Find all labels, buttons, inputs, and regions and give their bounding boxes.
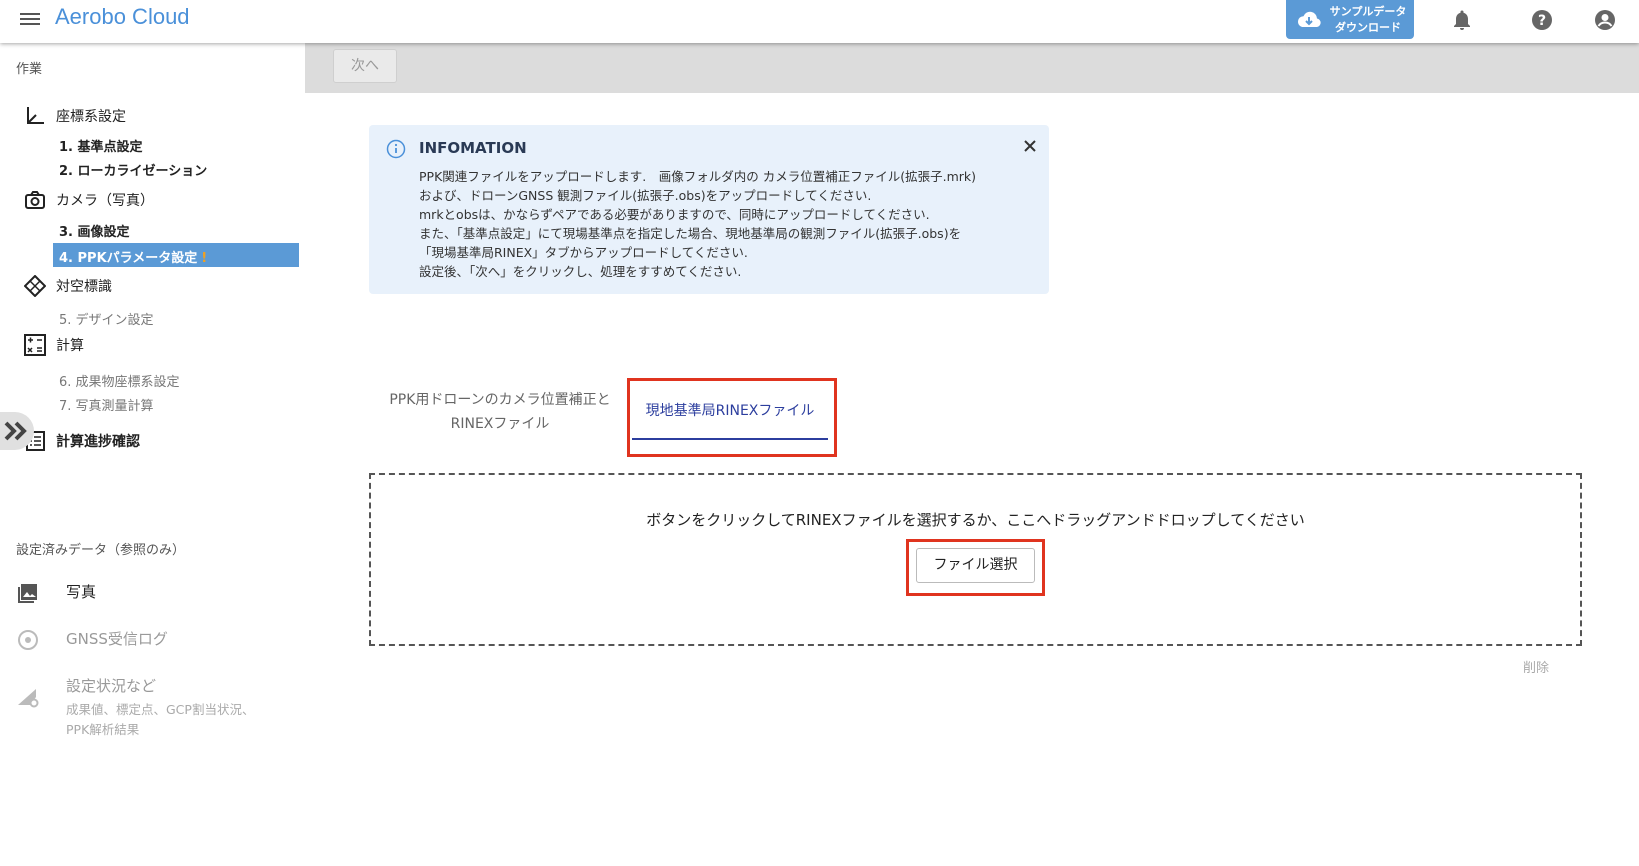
group-calculation[interactable]: 計算: [24, 334, 84, 356]
work-section-title: 作業: [16, 62, 43, 77]
next-button[interactable]: 次へ: [333, 49, 397, 83]
active-tab-indicator: [632, 438, 828, 440]
settings-status-detail: 成果値、標定点、GCP割当状況、 PPK解析結果: [66, 702, 255, 737]
calculator-icon: [24, 334, 46, 356]
settings-chart-icon: [18, 689, 39, 708]
sample-download-label: サンプルデータ ダウンロード: [1329, 4, 1407, 34]
sidebar: 作業 座標系設定 1. 基準点設定 2. ローカライゼーション カメラ（写真） …: [0, 43, 305, 866]
app-header: Aerobo Cloud サンプルデータ ダウンロード ?: [0, 0, 1639, 43]
photo-icon: [18, 584, 37, 603]
tab-base-station-rinex[interactable]: 現地基準局RINEXファイル: [632, 400, 828, 420]
group-ground-targets[interactable]: 対空標識: [24, 275, 112, 297]
axis-icon: [27, 107, 44, 124]
close-icon[interactable]: [1021, 137, 1039, 155]
group-progress-check[interactable]: 計算進捗確認: [24, 430, 140, 452]
info-panel: INFOMATION PPK関連ファイルをアップロードします. 画像フォルダ内の…: [369, 125, 1049, 294]
info-body: PPK関連ファイルをアップロードします. 画像フォルダ内の カメラ位置補正ファイ…: [419, 169, 977, 279]
group-coordinate-system[interactable]: 座標系設定: [24, 105, 126, 127]
target-diamond-icon: [24, 275, 46, 297]
step-4-ppk-parameters[interactable]: 4. PPKパラメータ設定!: [53, 243, 299, 267]
step-1-reference-point[interactable]: 1. 基準点設定: [59, 136, 143, 155]
action-bar: 次へ: [305, 43, 1639, 93]
svg-text:?: ?: [1538, 13, 1546, 29]
reference-section-title: 設定済みデータ（参照のみ）: [16, 543, 186, 558]
double-chevron-icon: [4, 421, 27, 441]
bell-icon[interactable]: [1450, 8, 1474, 32]
tab-drone-rinex[interactable]: PPK用ドローンのカメラ位置補正と RINEXファイル: [380, 388, 620, 436]
ref-item-settings-status[interactable]: 設定状況など 成果値、標定点、GCP割当状況、 PPK解析結果: [16, 675, 254, 740]
ref-item-photos[interactable]: 写真: [16, 581, 96, 605]
file-select-button[interactable]: ファイル選択: [916, 548, 1035, 583]
info-icon: [386, 139, 406, 159]
ref-item-gnss-log[interactable]: GNSS受信ログ: [16, 628, 168, 652]
sample-data-download-button[interactable]: サンプルデータ ダウンロード: [1286, 0, 1414, 39]
cloud-download-icon: [1297, 11, 1321, 27]
camera-icon: [25, 191, 45, 209]
step-5-design-settings[interactable]: 5. デザイン設定: [59, 309, 154, 328]
account-icon[interactable]: [1593, 8, 1617, 32]
dropzone-instructions: ボタンをクリックしてRINEXファイルを選択するか、ここへドラッグアンドドロップ…: [646, 511, 1305, 529]
warning-mark: !: [201, 251, 208, 266]
info-title: INFOMATION: [419, 139, 527, 157]
help-icon[interactable]: ?: [1530, 8, 1554, 32]
gnss-icon: [18, 630, 38, 650]
menu-icon[interactable]: [20, 10, 42, 28]
step-3-image-settings[interactable]: 3. 画像設定: [59, 221, 130, 240]
step-2-localization[interactable]: 2. ローカライゼーション: [59, 160, 207, 179]
step-6-output-coordinate-system[interactable]: 6. 成果物座標系設定: [59, 371, 180, 390]
delete-button[interactable]: 削除: [1523, 657, 1549, 676]
group-camera[interactable]: カメラ（写真）: [24, 189, 154, 211]
step-7-photogrammetry-calculation[interactable]: 7. 写真測量計算: [59, 395, 154, 414]
app-title[interactable]: Aerobo Cloud: [55, 4, 190, 30]
